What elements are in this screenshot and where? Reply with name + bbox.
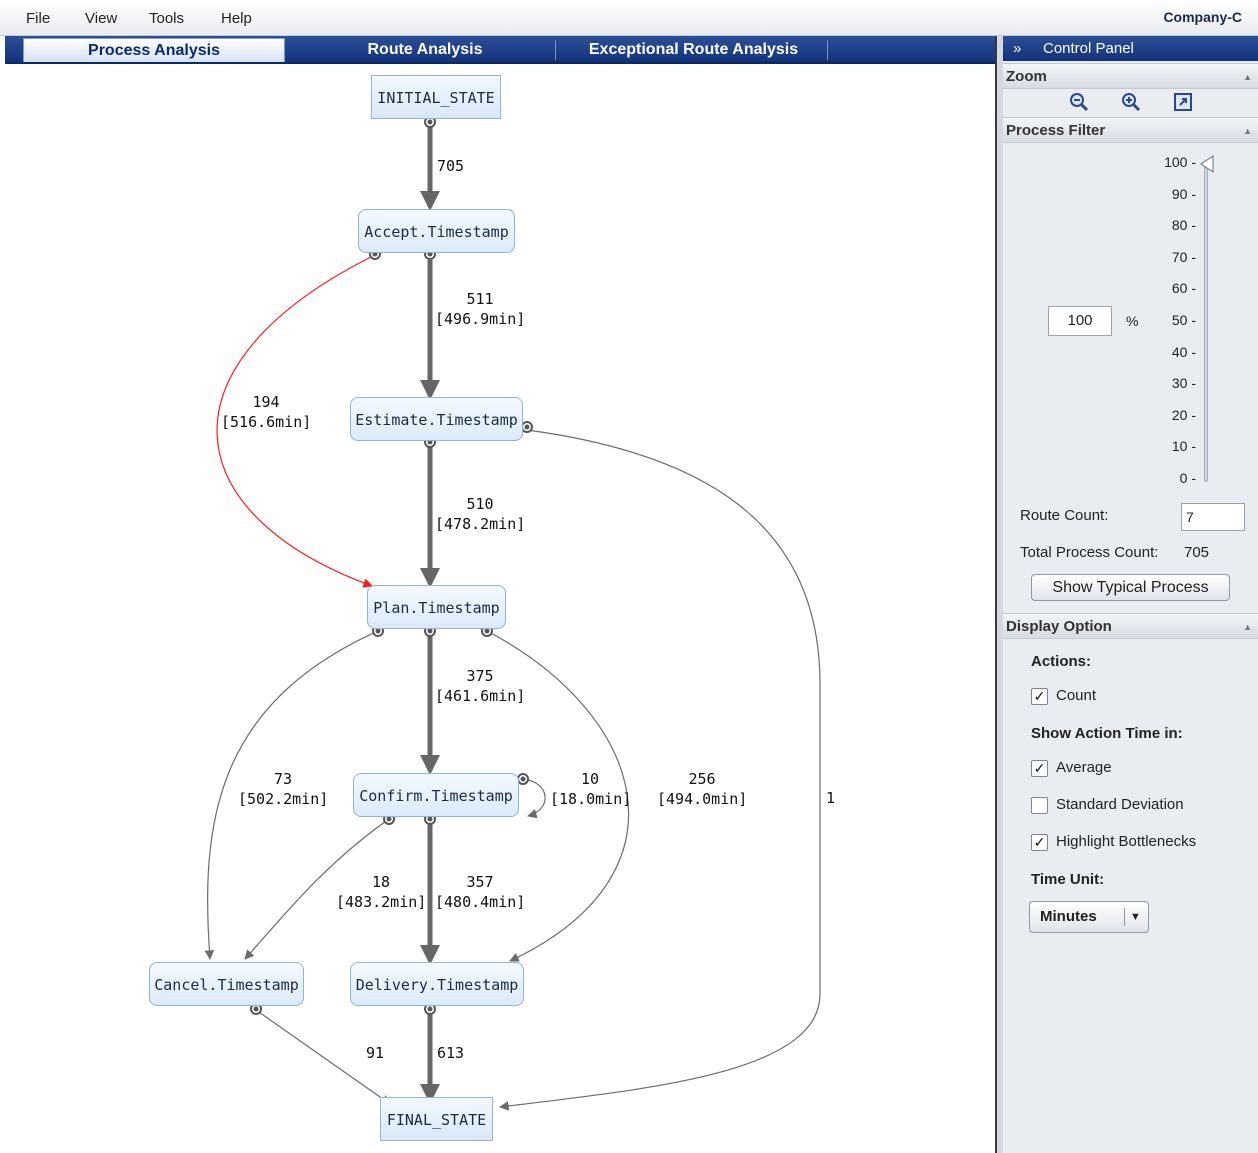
node-estimate-timestamp[interactable]: Estimate.Timestamp (350, 397, 523, 441)
zoom-section-header[interactable]: Zoom ▲ (1003, 63, 1258, 89)
route-count-input[interactable]: 7 (1181, 503, 1245, 531)
node-delivery-timestamp[interactable]: Delivery.Timestamp (350, 962, 524, 1006)
node-plan-timestamp[interactable]: Plan.Timestamp (367, 585, 506, 629)
edge-label-plan-confirm: 375 [461.6min] (435, 667, 526, 705)
chevron-down-icon[interactable]: ▼ (1130, 902, 1141, 932)
zoom-in-icon[interactable] (1119, 92, 1143, 116)
edge-label-estimate-final: 1 (826, 789, 836, 807)
slider-tick-label: 70 - (1171, 248, 1196, 265)
highlight-bottlenecks-checkbox[interactable]: ✓ (1031, 834, 1048, 851)
menu-file[interactable]: File (26, 10, 50, 27)
company-name: Company-C (1163, 9, 1242, 25)
edge-label-initial-accept: 705 (437, 157, 465, 175)
edge-label-plan-delivery: 256 [494.0min] (657, 770, 748, 808)
total-process-count-label: Total Process Count: (1020, 544, 1159, 561)
edge-confirm-loop (522, 778, 546, 819)
actions-label: Actions: (1031, 653, 1091, 670)
display-option-title: Display Option (1006, 618, 1112, 635)
time-unit-label: Time Unit: (1031, 871, 1105, 888)
control-panel-header: » Control Panel (1003, 36, 1258, 61)
edge-label-confirm-cancel: 18 [483.2min] (336, 873, 427, 911)
node-initial-state[interactable]: INITIAL_STATE (371, 75, 501, 119)
percent-input[interactable]: 100 (1048, 306, 1112, 336)
standard-deviation-label: Standard Deviation (1056, 796, 1184, 813)
menu-tools[interactable]: Tools (149, 10, 184, 27)
node-final-state[interactable]: FINAL_STATE (380, 1097, 493, 1141)
edge-label-plan-cancel: 73 [502.2min] (238, 770, 329, 808)
collapse-caret-icon[interactable]: ▲ (1243, 118, 1252, 144)
process-filter-slider[interactable] (1204, 164, 1208, 482)
node-confirm-timestamp[interactable]: Confirm.Timestamp (353, 773, 519, 817)
slider-tick-label: 60 - (1171, 280, 1196, 297)
tab-route-analysis[interactable]: Route Analysis (290, 38, 560, 62)
process-graph: INITIAL_STATE Accept.Timestamp Estimate.… (5, 64, 995, 1153)
slider-thumb[interactable] (1199, 154, 1215, 178)
show-typical-process-button[interactable]: Show Typical Process (1031, 574, 1230, 601)
percent-label: % (1126, 313, 1139, 329)
route-count-label: Route Count: (1020, 507, 1109, 524)
tab-process-analysis[interactable]: Process Analysis (23, 38, 285, 62)
tab-bar: Process Analysis Route Analysis Exceptio… (5, 36, 995, 64)
edge-label-accept-plan: 194 [516.6min] (221, 393, 312, 431)
tab-separator (827, 40, 828, 60)
process-filter-title: Process Filter (1006, 122, 1106, 139)
edge-label-accept-estimate: 511 [496.9min] (435, 290, 526, 328)
edge-label-estimate-plan: 510 [478.2min] (435, 495, 526, 533)
menu-view[interactable]: View (85, 10, 117, 27)
slider-tick-label: 90 - (1171, 185, 1196, 202)
total-process-count-value: 705 (1184, 544, 1210, 561)
control-panel-title: Control Panel (1043, 40, 1134, 57)
slider-tick-label: 10 - (1171, 438, 1196, 455)
select-divider (1124, 908, 1125, 926)
highlight-bottlenecks-label: Highlight Bottlenecks (1056, 833, 1197, 850)
collapse-panel-icon[interactable]: » (1013, 36, 1021, 61)
show-action-time-label: Show Action Time in: (1031, 725, 1183, 742)
slider-tick-label: 80 - (1171, 217, 1196, 234)
fit-icon[interactable] (1171, 92, 1195, 116)
tab-exceptional-route-analysis[interactable]: Exceptional Route Analysis (560, 38, 827, 62)
edge-label-cancel-final: 91 (366, 1044, 385, 1062)
collapse-caret-icon[interactable]: ▲ (1243, 614, 1252, 640)
menu-help[interactable]: Help (221, 10, 252, 27)
edge-label-confirm-delivery: 357 [480.4min] (435, 873, 526, 911)
slider-tick-label: 30 - (1171, 375, 1196, 392)
edge-label-confirm-loop: 10 [18.0min] (550, 770, 632, 808)
slider-tick-label: 20 - (1171, 406, 1196, 423)
slider-tick-label: 40 - (1171, 343, 1196, 360)
menu-bar: File View Tools Help Company-C (0, 0, 1258, 36)
control-panel: » Control Panel Zoom ▲ Process Filter ▲ … (1003, 36, 1258, 1153)
count-label: Count (1056, 687, 1097, 704)
node-cancel-timestamp[interactable]: Cancel.Timestamp (149, 962, 304, 1006)
standard-deviation-checkbox[interactable] (1031, 797, 1048, 814)
process-filter-section-header[interactable]: Process Filter ▲ (1003, 117, 1258, 143)
slider-tick-label: 100 - (1164, 154, 1196, 170)
slider-tick-label: 50 - (1171, 312, 1196, 328)
edge-label-delivery-final: 613 (437, 1044, 465, 1062)
display-option-section-header[interactable]: Display Option ▲ (1003, 613, 1258, 639)
average-label: Average (1056, 759, 1112, 776)
zoom-section-title: Zoom (1006, 68, 1047, 85)
collapse-caret-icon[interactable]: ▲ (1243, 64, 1252, 90)
time-unit-value: Minutes (1040, 908, 1097, 925)
panel-splitter[interactable] (995, 36, 1003, 1153)
slider-tick-label: 0 - (1179, 470, 1196, 486)
tab-separator (555, 40, 556, 60)
time-unit-select[interactable]: Minutes ▼ (1029, 901, 1149, 933)
average-checkbox[interactable]: ✓ (1031, 760, 1048, 777)
zoom-out-icon[interactable] (1067, 92, 1091, 116)
node-accept-timestamp[interactable]: Accept.Timestamp (358, 209, 515, 253)
count-checkbox[interactable]: ✓ (1031, 688, 1048, 705)
